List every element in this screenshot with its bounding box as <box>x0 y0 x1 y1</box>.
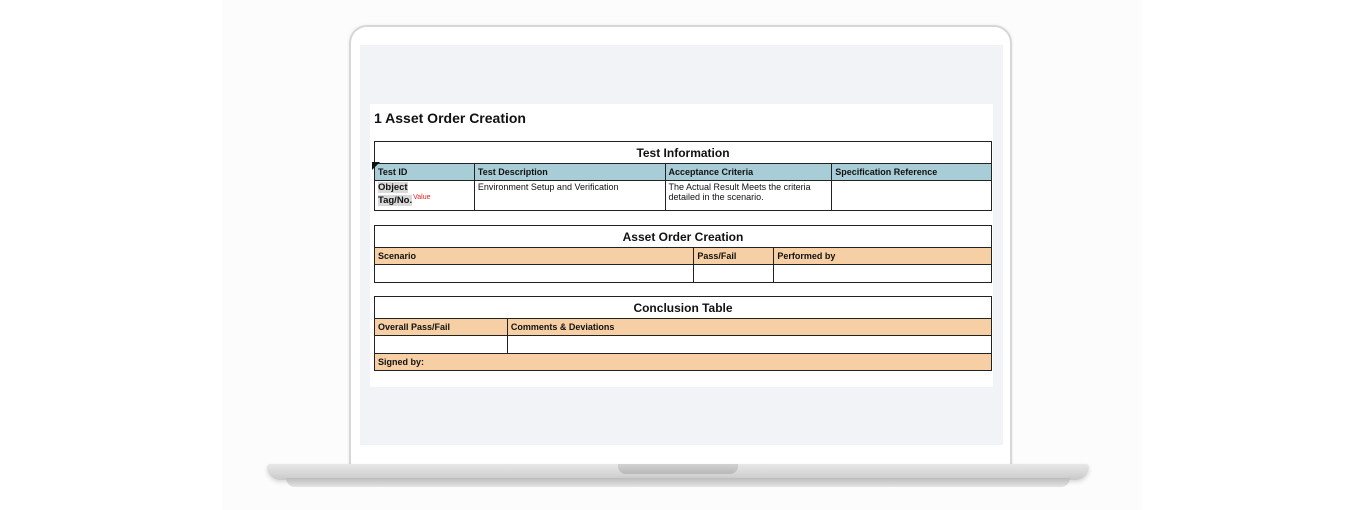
cell-pass-fail[interactable] <box>693 264 775 283</box>
header-test-id: Test ID <box>372 162 475 181</box>
conclusion-table: Conclusion Table Overall Pass/Fail Comme… <box>374 296 993 371</box>
header-scenario: Scenario <box>373 247 695 265</box>
cell-specification-reference[interactable] <box>831 180 992 211</box>
header-specification-reference: Specification Reference <box>831 163 992 181</box>
header-acceptance-criteria: Acceptance Criteria <box>664 163 833 181</box>
value-placeholder[interactable]: Value <box>413 194 430 201</box>
header-overall-pass-fail: Overall Pass/Fail <box>374 318 508 336</box>
cell-overall-pass-fail[interactable] <box>374 335 508 354</box>
object-tag-line1: Object <box>378 182 408 193</box>
cell-test-id[interactable]: Object Tag/No.Value <box>374 180 475 211</box>
document-page: 1 Asset Order Creation Test Information … <box>370 104 993 387</box>
cell-scenario[interactable] <box>373 264 695 283</box>
test-information-caption: Test Information <box>374 141 992 164</box>
header-pass-fail: Pass/Fail <box>693 247 775 265</box>
header-test-description: Test Description <box>473 163 666 181</box>
header-comments-deviations: Comments & Deviations <box>506 318 993 336</box>
laptop-notch <box>618 464 738 474</box>
signed-by-row[interactable]: Signed by: <box>374 353 992 371</box>
asset-order-creation-table: Asset Order Creation Scenario Pass/Fail … <box>373 225 992 283</box>
test-information-table: Test Information Test ID Test Descriptio… <box>372 141 992 211</box>
cell-acceptance-criteria[interactable]: The Actual Result Meets the criteria det… <box>664 180 833 211</box>
object-tag-line2: Tag/No. <box>378 195 413 206</box>
conclusion-caption: Conclusion Table <box>374 296 992 319</box>
document-title: 1 Asset Order Creation <box>374 110 526 126</box>
header-performed-by: Performed by <box>773 247 992 265</box>
cell-performed-by[interactable] <box>773 264 992 283</box>
cell-test-description[interactable]: Environment Setup and Verification <box>473 180 666 211</box>
laptop-base-lip <box>286 478 1070 487</box>
asset-order-creation-caption: Asset Order Creation <box>374 225 992 248</box>
cell-comments-deviations[interactable] <box>506 335 993 354</box>
acceptance-line2: detailed in the scenario. <box>668 192 764 202</box>
acceptance-line1: The Actual Result Meets the criteria <box>668 182 811 192</box>
